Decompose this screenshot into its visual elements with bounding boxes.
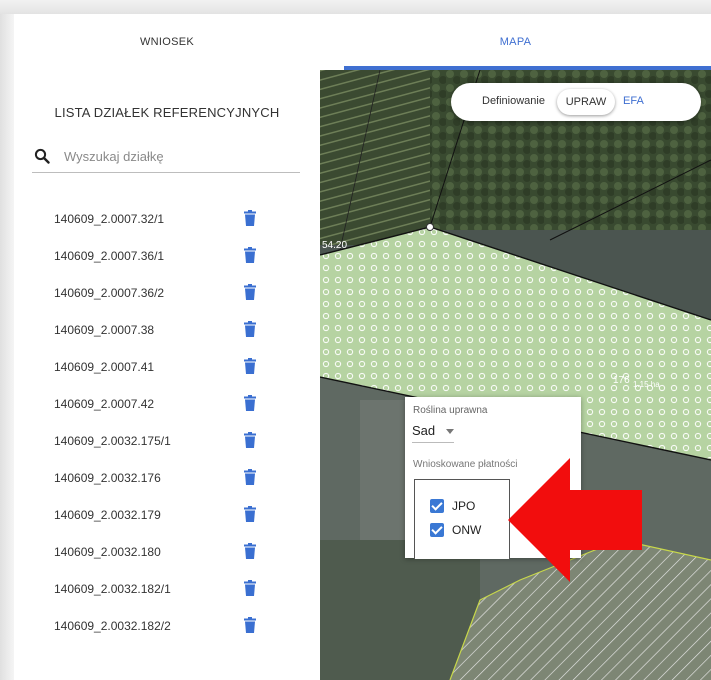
app-window: WNIOSEK MAPA LISTA DZIAŁEK REFERENCYJNYC…	[0, 0, 711, 680]
annotation-arrow-icon	[508, 458, 642, 582]
